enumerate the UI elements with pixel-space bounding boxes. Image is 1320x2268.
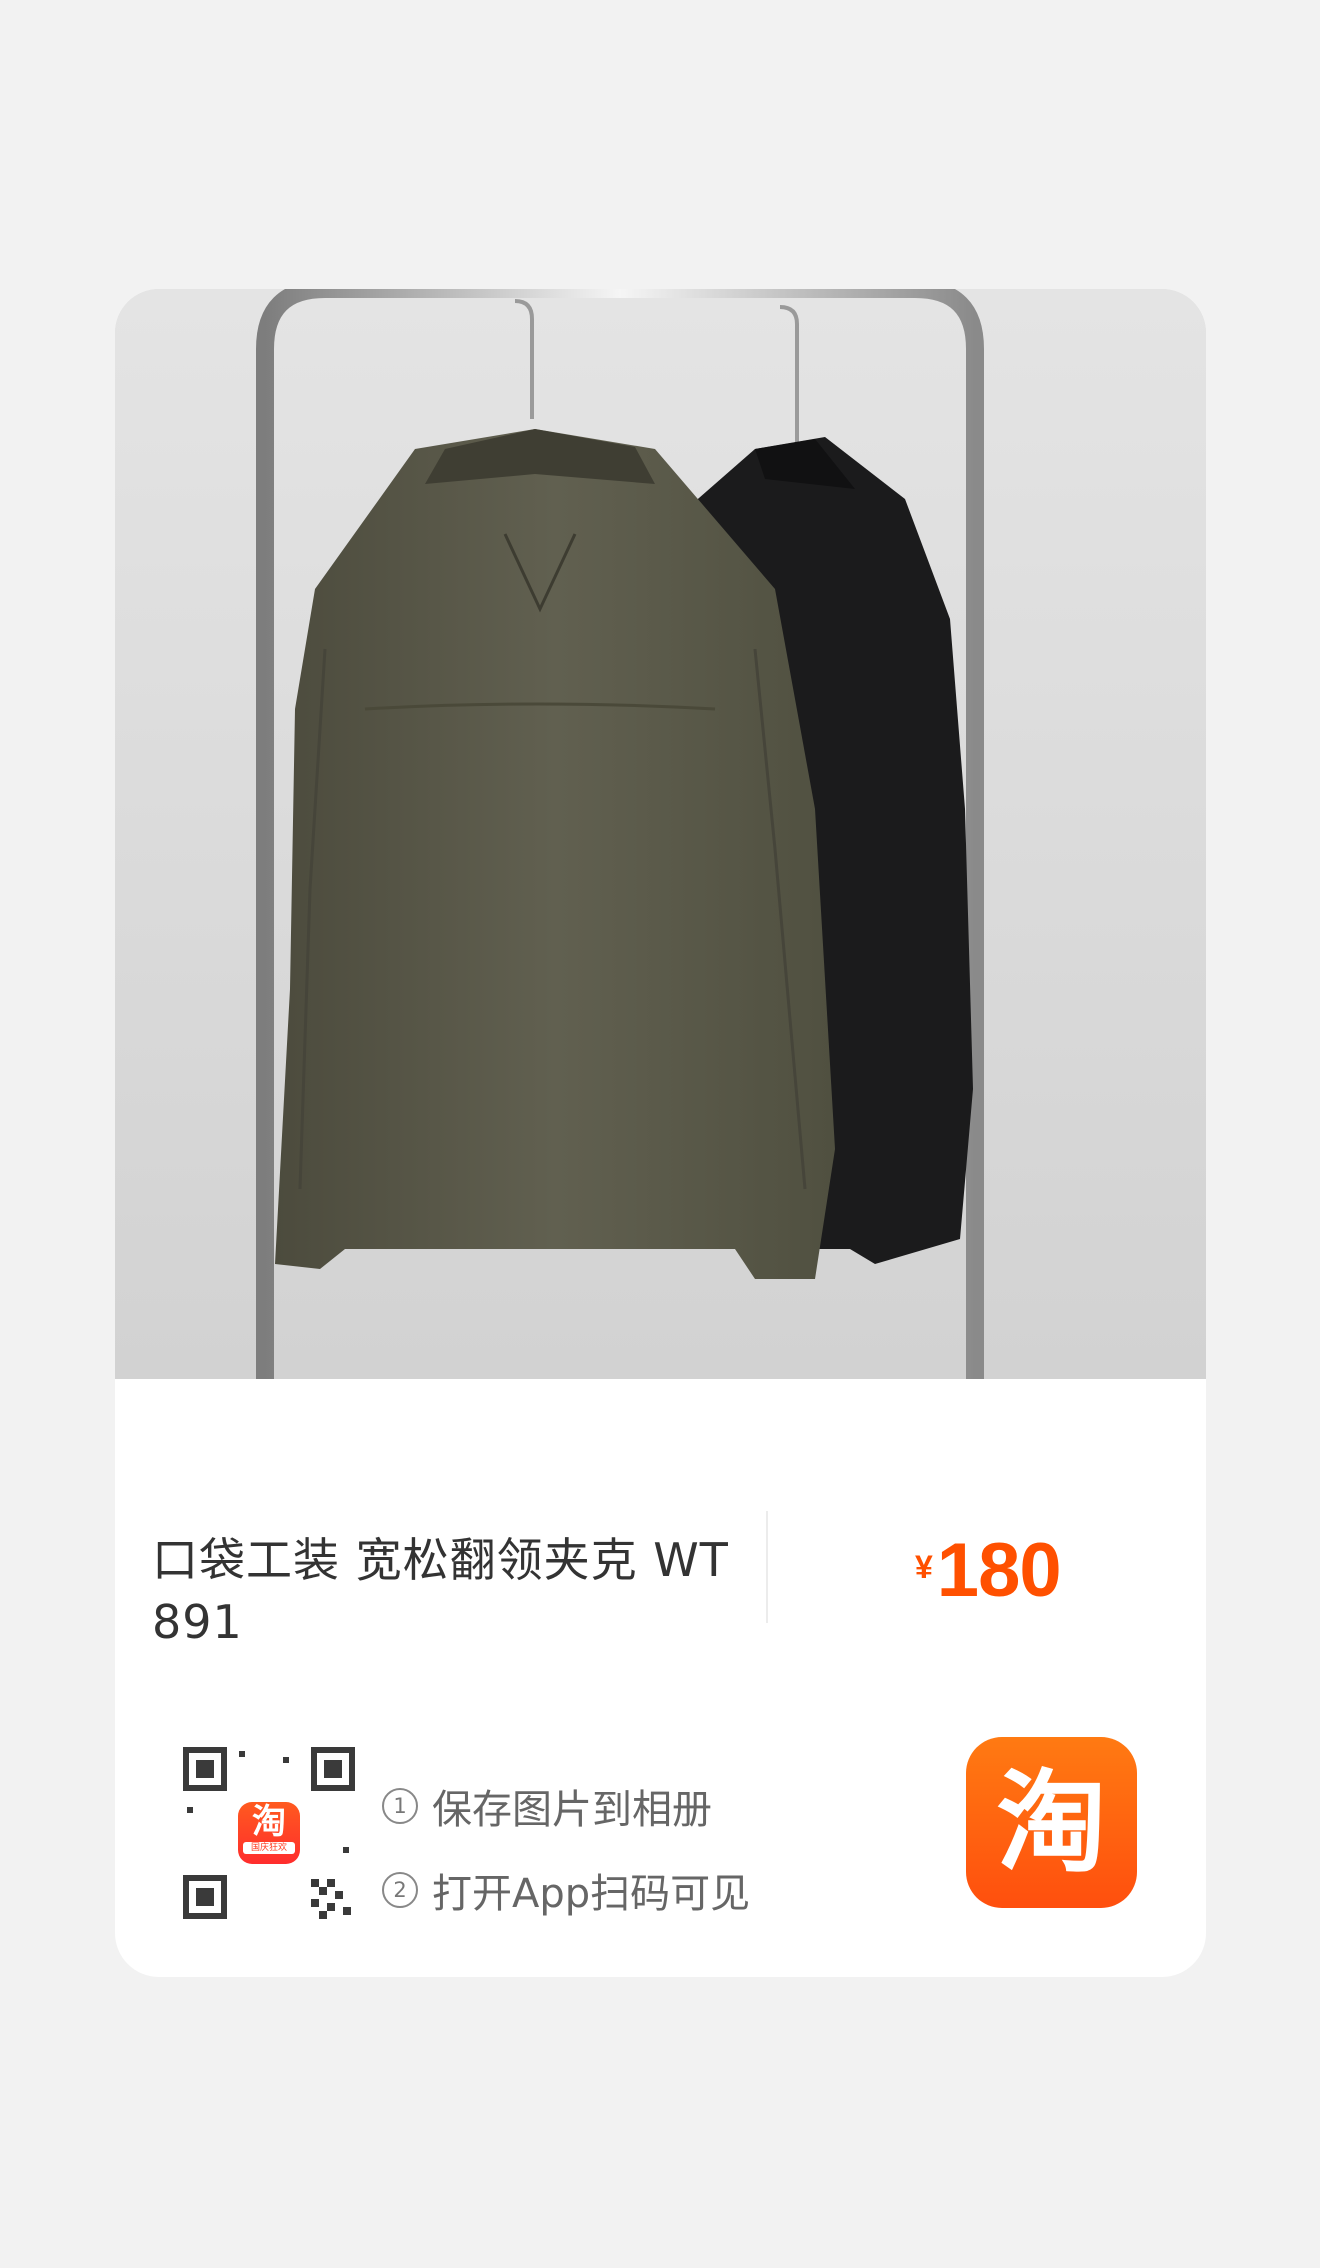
step-text: 保存图片到相册 bbox=[432, 1787, 712, 1833]
scan-steps: 1 保存图片到相册 2 打开App扫码可见 bbox=[382, 1764, 750, 1932]
step-open-app: 2 打开App扫码可见 bbox=[382, 1848, 750, 1932]
product-photo bbox=[115, 289, 1206, 1379]
product-price: ¥180 bbox=[915, 1527, 1062, 1614]
scan-instructions-row: 淘 国庆狂欢 1 保存图片到相册 2 打开App扫码可见 淘 bbox=[115, 1669, 1206, 1977]
product-info-row: 口袋工装 宽松翻领夹克 WT891 ¥180 bbox=[115, 1379, 1206, 1669]
taobao-app-icon[interactable]: 淘 bbox=[966, 1737, 1137, 1908]
qr-code: 淘 国庆狂欢 bbox=[183, 1747, 355, 1919]
step-number-2-icon: 2 bbox=[382, 1872, 418, 1908]
price-currency-symbol: ¥ bbox=[915, 1549, 933, 1585]
app-icon-glyph: 淘 bbox=[996, 1758, 1107, 1887]
product-title[interactable]: 口袋工装 宽松翻领夹克 WT891 bbox=[152, 1529, 732, 1653]
qr-badge-glyph: 淘 bbox=[252, 1802, 286, 1842]
qr-badge-caption: 国庆狂欢 bbox=[243, 1842, 295, 1854]
price-amount: 180 bbox=[936, 1528, 1062, 1613]
product-share-card: 口袋工装 宽松翻领夹克 WT891 ¥180 淘 国庆狂欢 1 保存图片到相册 … bbox=[115, 289, 1206, 1977]
info-divider bbox=[766, 1511, 768, 1623]
step-number-1-icon: 1 bbox=[382, 1788, 418, 1824]
step-save-image: 1 保存图片到相册 bbox=[382, 1764, 750, 1848]
taobao-qr-badge-icon: 淘 国庆狂欢 bbox=[238, 1802, 300, 1864]
share-poster-page: 口袋工装 宽松翻领夹克 WT891 ¥180 淘 国庆狂欢 1 保存图片到相册 … bbox=[0, 0, 1320, 2268]
step-text: 打开App扫码可见 bbox=[432, 1871, 751, 1917]
